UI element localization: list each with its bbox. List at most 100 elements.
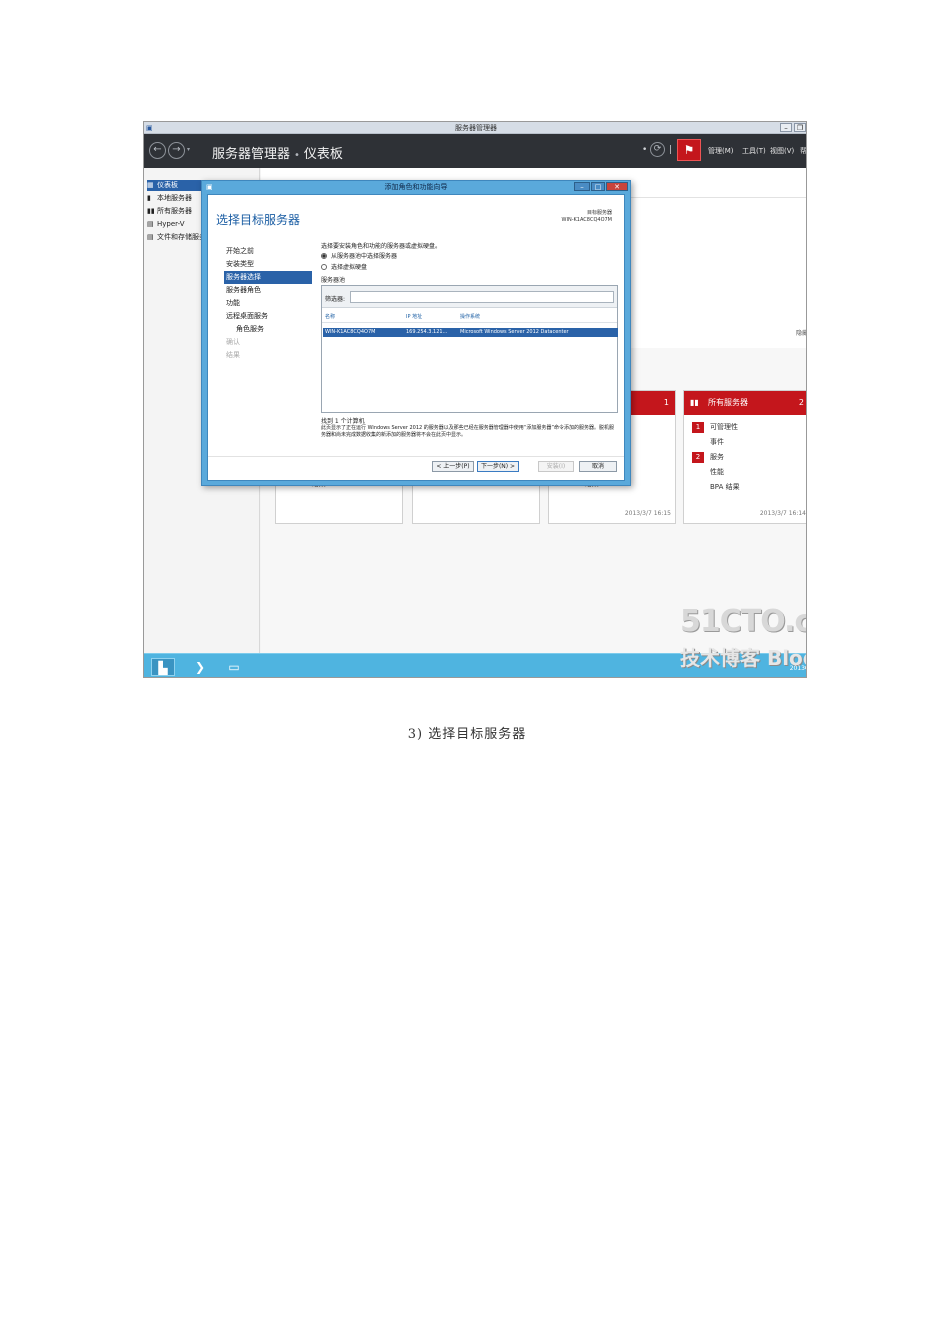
wizard-title: 添加角色和功能向导 bbox=[384, 183, 448, 191]
separator-icon: | bbox=[669, 145, 673, 155]
notifications-flag-icon[interactable]: ⚑ bbox=[677, 139, 701, 161]
menu-view[interactable]: 视图(V) bbox=[770, 146, 794, 156]
pool-column-headers: 名称 IP 地址 操作系统 bbox=[322, 313, 617, 323]
nav-label: 所有服务器 bbox=[157, 207, 192, 215]
tile-row-manageability[interactable]: 1 可管理性 bbox=[692, 422, 738, 433]
all-servers-icon: ▮▮ bbox=[147, 207, 155, 215]
radio-unchecked-icon bbox=[321, 264, 327, 270]
server-pool-label: 服务器池 bbox=[321, 277, 346, 284]
previous-button[interactable]: < 上一步(P) bbox=[432, 461, 474, 472]
step-installation-type[interactable]: 安装类型 bbox=[224, 258, 312, 271]
wizard-heading: 选择目标服务器 bbox=[216, 213, 301, 227]
step-before-you-begin[interactable]: 开始之前 bbox=[224, 245, 312, 258]
server-manager-header: ← → ▾ 服务器管理器 • 仪表板 • ⟳ | ⚑ 管理(M) 工具(T) 视图(… bbox=[144, 134, 806, 168]
local-server-icon: ▮ bbox=[147, 194, 151, 202]
tile-row-events[interactable]: 事件 bbox=[692, 437, 724, 447]
row-label: 服务 bbox=[710, 453, 724, 461]
filter-input[interactable] bbox=[350, 291, 614, 303]
tile-timestamp: 2013/3/7 16:15 bbox=[624, 510, 671, 517]
step-features[interactable]: 功能 bbox=[224, 297, 312, 310]
powershell-taskbar-icon[interactable]: ❯ bbox=[188, 658, 212, 676]
nav-all-servers[interactable]: ▮▮ 所有服务器 bbox=[147, 206, 201, 217]
file-explorer-taskbar-icon[interactable]: ▭ bbox=[222, 658, 246, 676]
step-server-selection[interactable]: 服务器选择 bbox=[224, 271, 312, 284]
wizard-steps: 开始之前 安装类型 服务器选择 服务器角色 功能 远程桌面服务 角色服务 确认 … bbox=[224, 245, 312, 362]
menu-help[interactable]: 帮 bbox=[800, 146, 806, 156]
next-button[interactable]: 下一步(N) > bbox=[477, 461, 519, 472]
radio-select-vhd[interactable]: 选择虚拟硬盘 bbox=[321, 262, 621, 273]
filter-row: 筛选器: bbox=[322, 286, 617, 308]
table-row[interactable]: WIN-K1AC8CQ4O7M 169.254.3.121... Microso… bbox=[323, 328, 618, 337]
nav-label: 本地服务器 bbox=[157, 194, 192, 202]
figure-caption: 3) 选择目标服务器 bbox=[407, 727, 527, 742]
cancel-button[interactable]: 取消 bbox=[579, 461, 617, 472]
breadcrumb-page: 仪表板 bbox=[303, 147, 343, 162]
row-label: 性能 bbox=[710, 468, 724, 476]
wizard-minimize-button[interactable]: – bbox=[574, 182, 590, 191]
dropdown-dot-icon: • bbox=[642, 145, 648, 155]
server-manager-taskbar-icon[interactable]: ▙ bbox=[151, 658, 175, 676]
breadcrumb-separator: • bbox=[294, 150, 300, 161]
tile-all-servers-header: ▮▮ 所有服务器 2 bbox=[684, 391, 806, 415]
radio-select-from-pool[interactable]: 从服务器池中选择服务器 bbox=[321, 251, 621, 262]
all-servers-tile-icon: ▮▮ bbox=[690, 398, 699, 407]
wizard-button-row: < 上一步(P) 下一步(N) > 安装(I) 取消 bbox=[208, 456, 624, 474]
nav-hyper-v[interactable]: ▤ Hyper-V bbox=[147, 219, 201, 230]
column-name[interactable]: 名称 bbox=[325, 313, 335, 320]
install-button: 安装(I) bbox=[538, 461, 574, 472]
nav-label: 仪表板 bbox=[157, 181, 178, 189]
menu-manage[interactable]: 管理(M) bbox=[708, 146, 734, 156]
back-arrow-icon[interactable]: ← bbox=[149, 142, 166, 159]
forward-arrow-icon[interactable]: → bbox=[168, 142, 185, 159]
wizard-content: 选择要安装角色和功能的服务器或虚拟硬盘。 从服务器池中选择服务器 选择虚拟硬盘 … bbox=[321, 241, 621, 439]
step-server-roles[interactable]: 服务器角色 bbox=[224, 284, 312, 297]
dashboard-icon: ▦ bbox=[147, 181, 154, 189]
menu-tools[interactable]: 工具(T) bbox=[742, 146, 766, 156]
restore-button[interactable]: ❐ bbox=[794, 123, 806, 132]
os-titlebar: ▣ 服务器管理器 – ❐ bbox=[144, 122, 806, 134]
tile-row-bpa[interactable]: BPA 结果 bbox=[692, 482, 740, 492]
add-roles-wizard-dialog: ▣ 添加角色和功能向导 – □ ✕ 选择目标服务器 目标服务器 WIN-K1AC… bbox=[201, 180, 631, 486]
refresh-icon[interactable]: ⟳ bbox=[650, 142, 665, 157]
instruction-text: 选择要安装角色和功能的服务器或虚拟硬盘。 bbox=[321, 243, 442, 250]
nav-file-storage[interactable]: ▤文件和存储服务 bbox=[147, 232, 201, 243]
tile-title: 所有服务器 bbox=[708, 398, 748, 407]
radio-label: 选择虚拟硬盘 bbox=[331, 264, 368, 271]
wizard-close-icon[interactable]: ✕ bbox=[606, 182, 628, 191]
step-role-services[interactable]: 角色服务 bbox=[224, 323, 312, 336]
wizard-maximize-button[interactable]: □ bbox=[591, 182, 605, 191]
row-label: 可管理性 bbox=[710, 423, 738, 431]
step-results: 结果 bbox=[226, 351, 240, 359]
file-storage-icon: ▤ bbox=[147, 233, 154, 241]
nav-label: 文件和存储服务 bbox=[157, 233, 201, 241]
hyper-v-icon: ▤ bbox=[147, 220, 154, 228]
history-dropdown-icon[interactable]: ▾ bbox=[187, 146, 190, 153]
filter-label: 筛选器: bbox=[325, 296, 346, 303]
cell-ip: 169.254.3.121... bbox=[406, 329, 448, 335]
alert-badge: 1 bbox=[692, 422, 704, 433]
row-label: BPA 结果 bbox=[710, 483, 740, 491]
column-os[interactable]: 操作系统 bbox=[460, 313, 480, 320]
destination-label: 目标服务器 bbox=[586, 210, 612, 216]
breadcrumb-app[interactable]: 服务器管理器 bbox=[212, 147, 290, 162]
server-pool-list[interactable]: 筛选器: 名称 IP 地址 操作系统 WIN-K1AC8CQ4O7M 169.2… bbox=[321, 285, 618, 413]
nav-local-server[interactable]: ▮ 本地服务器 bbox=[147, 193, 201, 204]
tile-count: 1 bbox=[663, 398, 669, 407]
step-remote-desktop[interactable]: 远程桌面服务 bbox=[224, 310, 312, 323]
step-confirmation: 确认 bbox=[226, 338, 240, 346]
radio-label: 从服务器池中选择服务器 bbox=[331, 253, 398, 260]
watermark-51cto: 51CTO.com bbox=[680, 604, 806, 639]
taskbar-clock: 2013 bbox=[789, 665, 805, 672]
tile-all-servers[interactable]: ▮▮ 所有服务器 2 1 可管理性 事件 2 服务 性能 BPA 结果 2013/3… bbox=[683, 390, 806, 524]
alert-badge: 2 bbox=[692, 452, 704, 463]
column-ip[interactable]: IP 地址 bbox=[406, 313, 422, 320]
nav-dashboard[interactable]: ▦ 仪表板 bbox=[147, 180, 201, 191]
wizard-client: 选择目标服务器 目标服务器 WIN-K1AC8CQ4O7M 开始之前 安装类型 … bbox=[207, 194, 625, 481]
tile-row-services[interactable]: 2 服务 bbox=[692, 452, 724, 463]
breadcrumb: 服务器管理器 • 仪表板 bbox=[212, 143, 343, 162]
destination-value: WIN-K1AC8CQ4O7M bbox=[561, 217, 612, 223]
hide-link[interactable]: 隐藏 bbox=[796, 328, 806, 337]
screenshot-frame: ▣ 服务器管理器 – ❐ ← → ▾ 服务器管理器 • 仪表板 • ⟳ | ⚑ 管理… bbox=[143, 121, 807, 678]
tile-row-performance[interactable]: 性能 bbox=[692, 467, 724, 477]
minimize-button[interactable]: – bbox=[780, 123, 792, 132]
